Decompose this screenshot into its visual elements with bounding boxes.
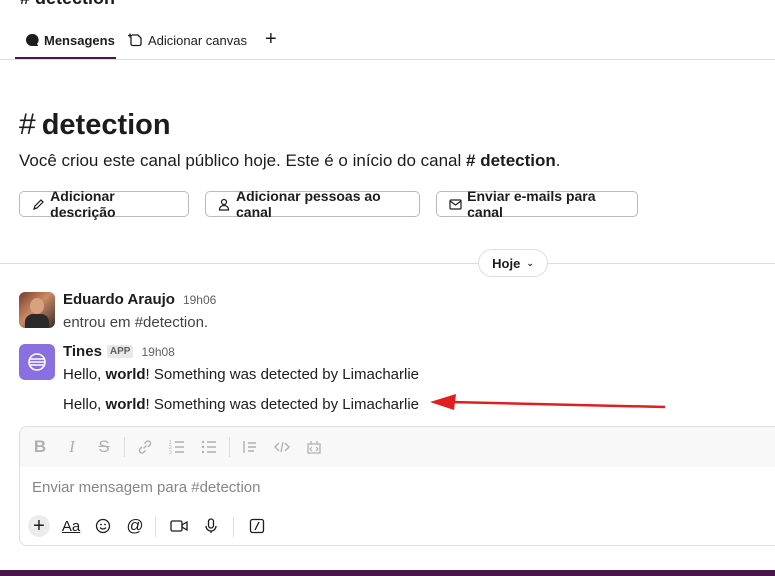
author-name[interactable]: Tines (63, 343, 102, 360)
bold-icon[interactable]: B (30, 437, 50, 457)
add-tab-button[interactable]: + (265, 28, 277, 51)
mention-icon[interactable]: @ (124, 515, 146, 537)
message-composer: B I S 123 Enviar mensagem para #detectio… (19, 426, 775, 546)
toolbar-separator (124, 437, 125, 457)
person-add-icon (218, 197, 231, 211)
text-bold: world (105, 366, 146, 383)
add-description-button[interactable]: Adicionar descrição (19, 188, 189, 220)
app-avatar[interactable] (19, 344, 55, 380)
intro-end: . (555, 151, 561, 170)
channel-link[interactable]: # detection (466, 151, 556, 170)
window-bottom-border (0, 570, 775, 576)
ordered-list-icon[interactable]: 123 (167, 437, 187, 457)
send-emails-button[interactable]: Enviar e-mails para canal (436, 188, 638, 220)
email-icon (449, 197, 462, 211)
tab-label: Mensagens (44, 32, 115, 48)
toolbar-separator (233, 517, 234, 537)
button-label: Enviar e-mails para canal (467, 188, 596, 220)
tines-logo-icon (28, 353, 46, 371)
button-label: Adicionar descrição (50, 188, 116, 220)
message-text: Hello, world! Something was detected by … (63, 366, 419, 383)
pencil-icon (32, 197, 45, 211)
text-part: ! Something was detected by Limacharlie (145, 396, 420, 413)
code-icon[interactable] (272, 437, 292, 457)
message-input[interactable]: Enviar mensagem para #detection (32, 479, 260, 496)
video-icon[interactable] (168, 515, 190, 537)
blockquote-icon[interactable] (240, 437, 260, 457)
text-format-icon[interactable]: Aa (60, 515, 82, 537)
timestamp[interactable]: 19h08 (141, 345, 174, 359)
text-part: Hello, (63, 366, 106, 383)
canvas-add-icon (128, 32, 144, 48)
day-divider-line (0, 263, 775, 264)
microphone-icon[interactable] (200, 515, 222, 537)
link-icon[interactable] (135, 437, 155, 457)
author-name[interactable]: Eduardo Araujo (63, 291, 175, 308)
channel-heading: # detection (19, 108, 171, 142)
formatting-toolbar: B I S 123 (20, 427, 775, 467)
svg-text:3: 3 (169, 450, 172, 455)
plus-icon[interactable]: + (28, 515, 50, 537)
bullet-list-icon[interactable] (199, 437, 219, 457)
message-header: Tines APP 19h08 (63, 343, 175, 360)
chevron-down-icon: ⌄ (526, 257, 534, 268)
toolbar-separator (155, 517, 156, 537)
code-block-icon[interactable] (304, 437, 324, 457)
tab-messages[interactable]: Mensagens (24, 32, 115, 48)
message-icon (24, 32, 40, 48)
annotation-arrow (430, 394, 666, 410)
tab-label: Adicionar canvas (148, 32, 247, 48)
plus-icon: + (265, 28, 277, 50)
message-text: Hello, world! Something was detected by … (63, 396, 419, 413)
toolbar-separator (229, 437, 230, 457)
message-text: entrou em #detection. (63, 314, 209, 331)
italic-icon[interactable]: I (62, 437, 82, 457)
page-title: # detection (20, 0, 115, 9)
timestamp[interactable]: 19h06 (183, 293, 216, 307)
active-tab-indicator (15, 57, 116, 59)
channel-intro-text: Você criou este canal público hoje. Este… (19, 151, 561, 171)
day-divider-button[interactable]: Hoje ⌄ (478, 249, 548, 277)
text-part: Hello, (63, 396, 106, 413)
tab-add-canvas[interactable]: Adicionar canvas (128, 32, 247, 48)
intro-text: Você criou este canal público hoje. Este… (19, 151, 467, 170)
add-people-button[interactable]: Adicionar pessoas ao canal (205, 188, 420, 220)
strikethrough-icon[interactable]: S (94, 437, 114, 457)
channel-name: detection (41, 108, 171, 141)
day-label: Hoje (492, 255, 521, 271)
button-label: Adicionar pessoas ao canal (236, 188, 381, 220)
message-header: Eduardo Araujo 19h06 (63, 291, 216, 308)
text-part: ! Something was detected by Limacharlie (145, 366, 420, 383)
hash-icon: # (19, 108, 36, 141)
text-bold: world (105, 396, 146, 413)
tab-bar: Mensagens Adicionar canvas + (0, 28, 775, 60)
app-badge: APP (106, 345, 134, 358)
message-row (19, 292, 55, 328)
slash-command-icon[interactable] (246, 515, 268, 537)
avatar[interactable] (19, 292, 55, 328)
emoji-icon[interactable] (92, 515, 114, 537)
